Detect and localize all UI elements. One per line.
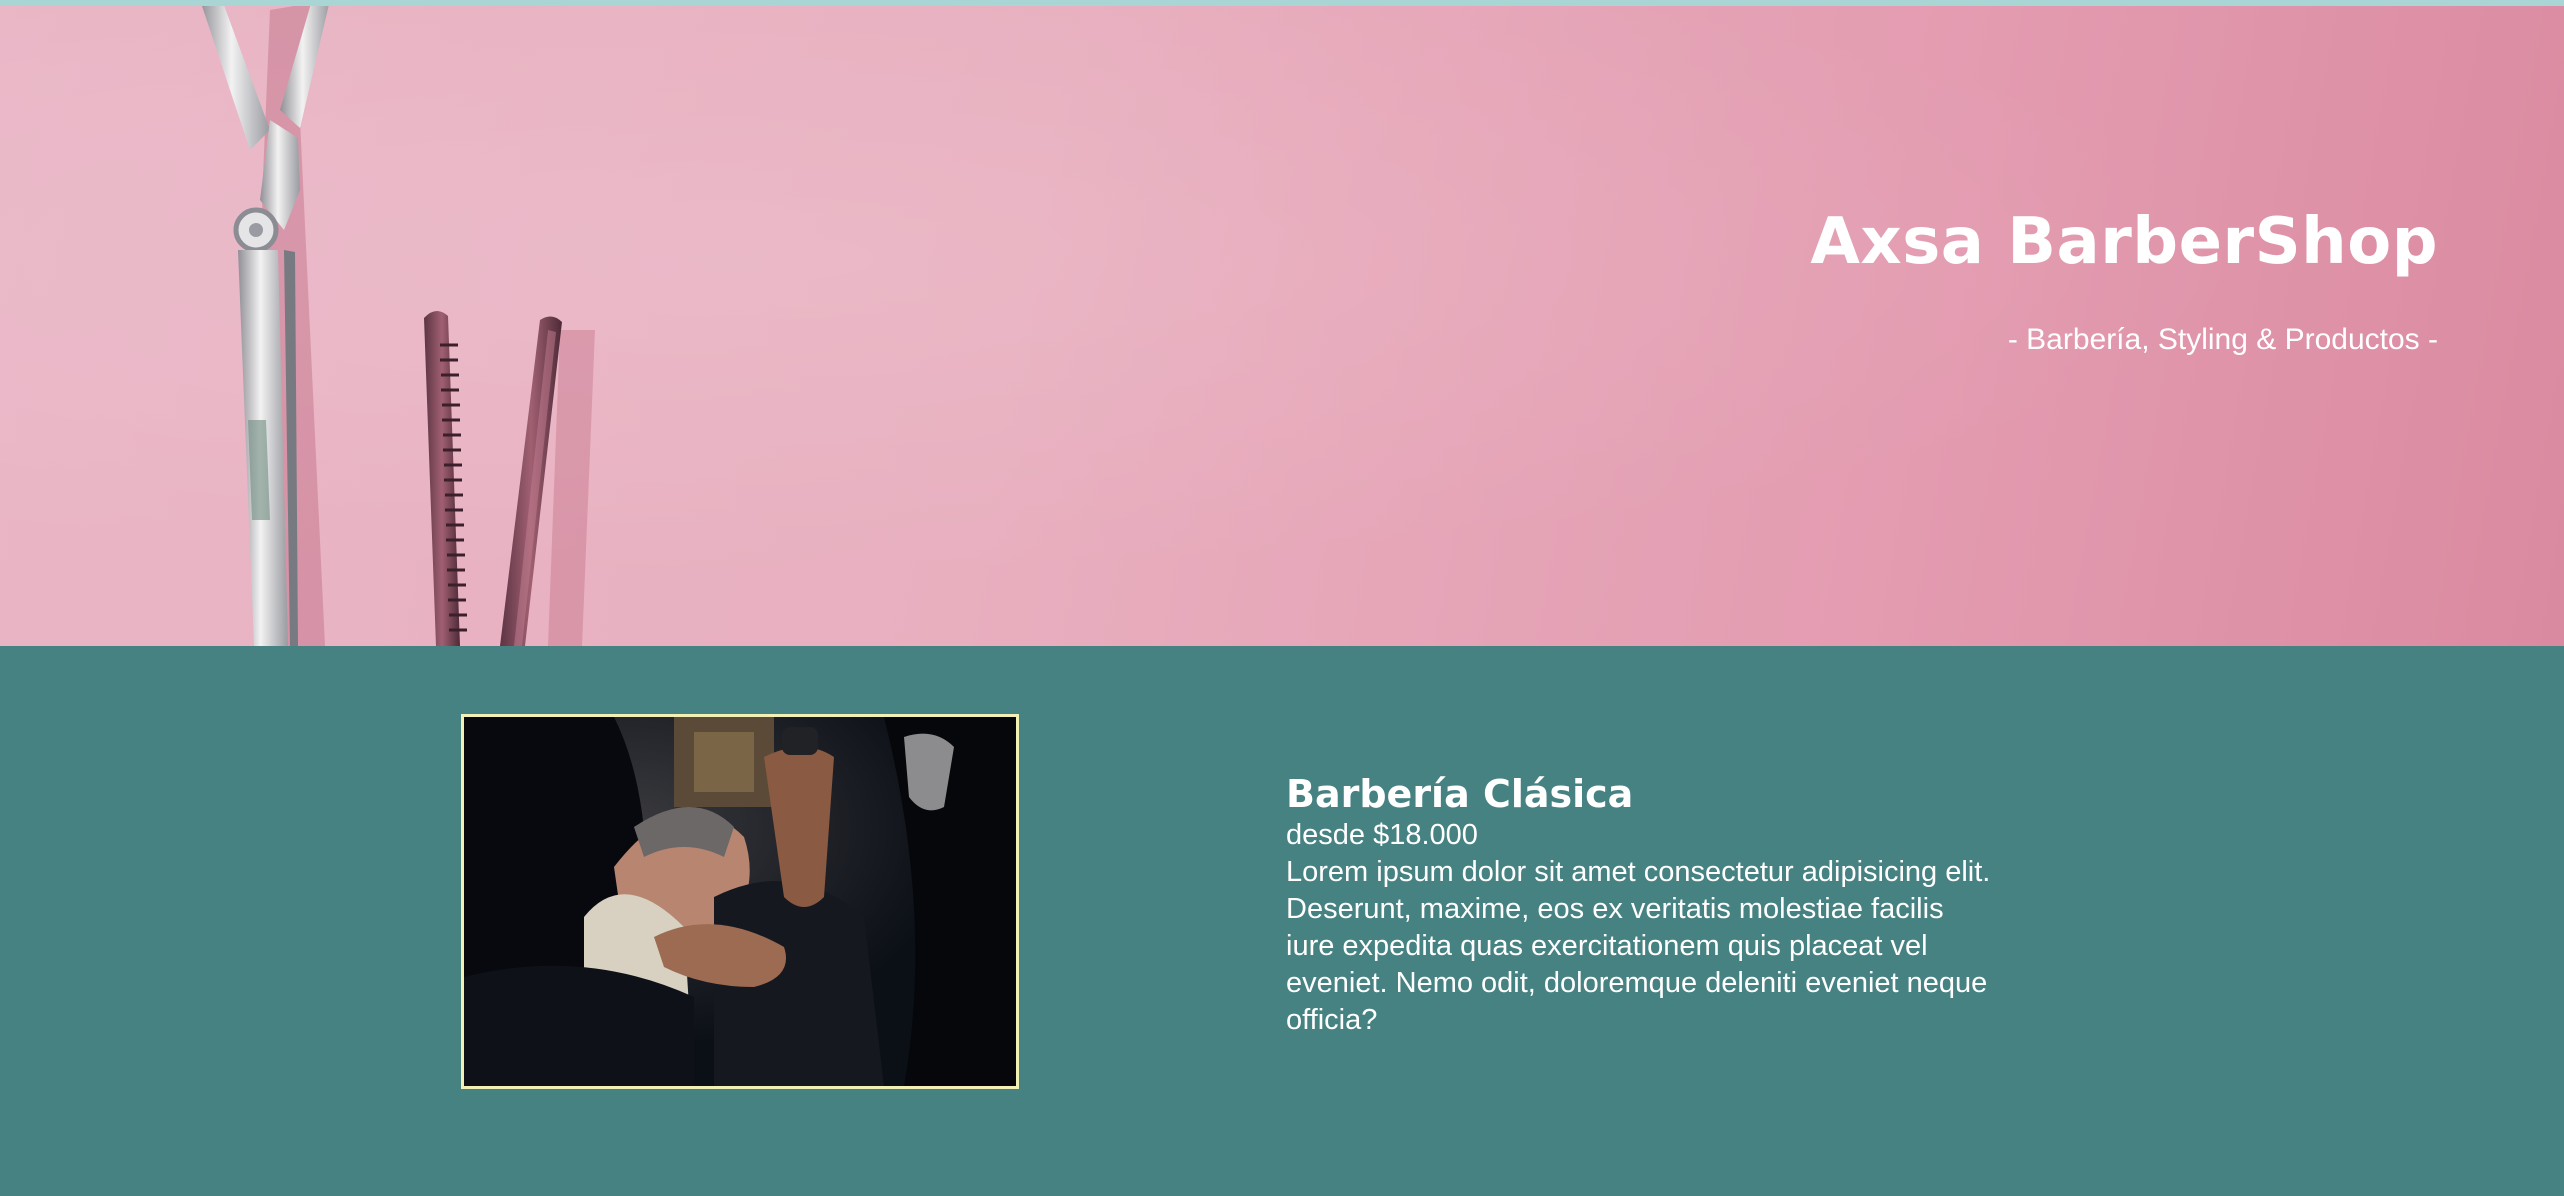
thinning-shears-icon <box>424 310 562 646</box>
service-details: Barbería Clásica desde $18.000 Lorem ips… <box>1286 772 1996 1039</box>
service-section: Barbería Clásica desde $18.000 Lorem ips… <box>0 646 2564 1196</box>
site-title: Axsa BarberShop <box>1810 205 2438 279</box>
service-photo <box>461 714 1019 1089</box>
service-price: desde $18.000 <box>1286 819 1478 851</box>
site-tagline: - Barbería, Styling & Productos - <box>2007 323 2438 356</box>
barber-tools-illustration <box>200 0 595 646</box>
top-accent-strip <box>0 0 2564 6</box>
hero-banner: Axsa BarberShop - Barbería, Styling & Pr… <box>0 0 2564 646</box>
service-description: Lorem ipsum dolor sit amet consectetur a… <box>1286 856 1991 1036</box>
barber-shave-photo <box>464 717 1016 1086</box>
service-title: Barbería Clásica <box>1286 772 1634 816</box>
